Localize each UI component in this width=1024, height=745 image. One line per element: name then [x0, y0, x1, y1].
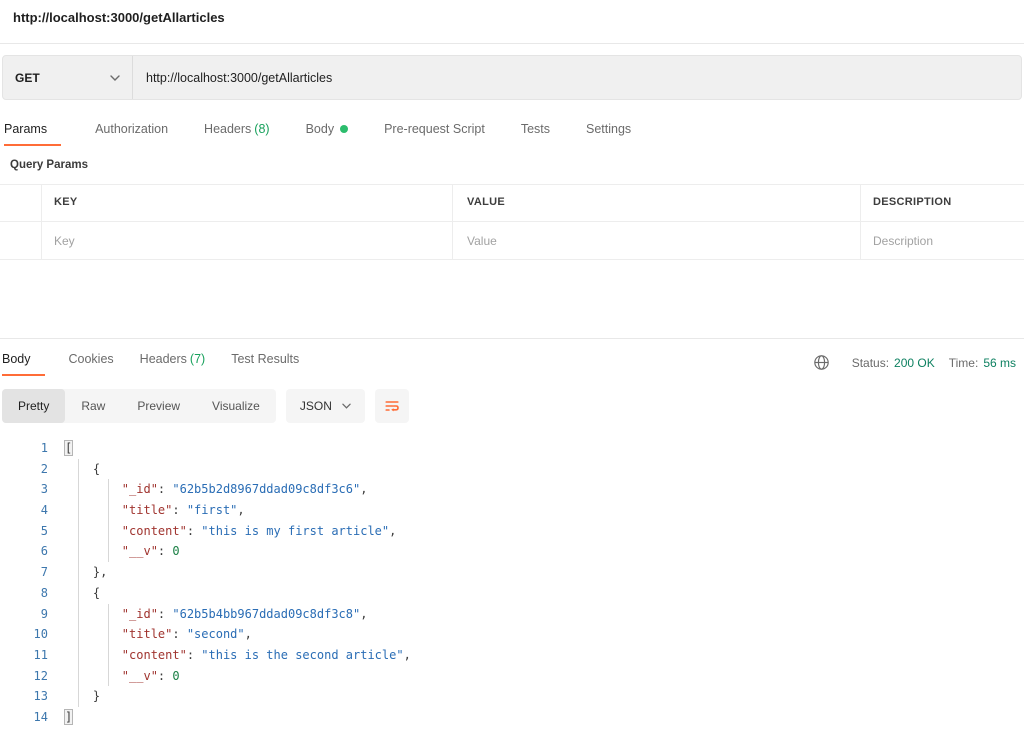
language-label: JSON: [300, 399, 332, 413]
request-tab-title[interactable]: http://localhost:3000/getAllarticles: [13, 10, 225, 25]
chevron-down-icon: [110, 75, 120, 81]
line-number: 9: [0, 604, 48, 625]
code-line: 5 "content": "this is my first article",: [0, 521, 1024, 542]
query-params-table: KEY VALUE DESCRIPTION Key Value Descript…: [0, 184, 1024, 259]
line-number: 14: [0, 707, 48, 728]
tab-body[interactable]: Body: [306, 122, 351, 144]
code-lines: 1[2 {3 "_id": "62b5b2d8967ddad09c8df3c6"…: [0, 438, 1024, 728]
line-number: 6: [0, 541, 48, 562]
tab-headers[interactable]: Headers(8): [204, 122, 272, 144]
wrap-lines-button[interactable]: [375, 389, 409, 423]
line-number: 2: [0, 459, 48, 480]
line-number: 3: [0, 479, 48, 500]
globe-icon[interactable]: [813, 354, 830, 371]
tab-settings[interactable]: Settings: [586, 122, 633, 144]
code-line: 12 "__v": 0: [0, 666, 1024, 687]
line-number: 5: [0, 521, 48, 542]
code-line: 4 "title": "first",: [0, 500, 1024, 521]
line-number: 10: [0, 624, 48, 645]
view-visualize[interactable]: Visualize: [196, 389, 276, 423]
indent-guide: [108, 479, 109, 562]
code-line: 10 "title": "second",: [0, 624, 1024, 645]
header-divider: [0, 43, 1024, 44]
line-number: 1: [0, 438, 48, 459]
line-number: 11: [0, 645, 48, 666]
view-mode-group: Pretty Raw Preview Visualize: [2, 389, 276, 423]
line-number: 8: [0, 583, 48, 604]
tab-tests[interactable]: Tests: [521, 122, 552, 144]
line-number: 4: [0, 500, 48, 521]
method-label: GET: [15, 71, 40, 85]
value-input[interactable]: Value: [467, 234, 497, 248]
column-header-key: KEY: [54, 196, 78, 208]
code-line: 14]: [0, 707, 1024, 728]
code-line: 8 {: [0, 583, 1024, 604]
response-tab-cookies[interactable]: Cookies: [69, 352, 116, 374]
response-meta: Status: 200 OK Time: 56 ms: [813, 354, 1016, 371]
tab-pre-request-script[interactable]: Pre-request Script: [384, 122, 487, 144]
language-dropdown[interactable]: JSON: [286, 389, 365, 423]
code-line: 6 "__v": 0: [0, 541, 1024, 562]
line-number: 7: [0, 562, 48, 583]
code-line: 2 {: [0, 459, 1024, 480]
chevron-down-icon: [342, 403, 351, 409]
url-bar: GET http://localhost:3000/getAllarticles: [2, 55, 1022, 100]
view-pretty[interactable]: Pretty: [2, 389, 65, 423]
key-input[interactable]: Key: [54, 234, 75, 248]
code-line: 9 "_id": "62b5b4bb967ddad09c8df3c8",: [0, 604, 1024, 625]
tab-authorization[interactable]: Authorization: [95, 122, 170, 144]
method-dropdown[interactable]: GET: [3, 56, 133, 99]
description-input[interactable]: Description: [873, 234, 933, 248]
wrap-lines-icon: [384, 398, 400, 414]
view-preview[interactable]: Preview: [121, 389, 196, 423]
response-body-viewer: 1[2 {3 "_id": "62b5b2d8967ddad09c8df3c6"…: [0, 432, 1024, 738]
code-line: 11 "content": "this is the second articl…: [0, 645, 1024, 666]
request-tabs: Params Authorization Headers(8) Body Pre…: [4, 122, 633, 146]
column-header-value: VALUE: [467, 196, 505, 208]
query-params-label: Query Params: [10, 159, 88, 171]
view-raw[interactable]: Raw: [65, 389, 121, 423]
response-tab-body[interactable]: Body: [2, 352, 45, 376]
code-line: 3 "_id": "62b5b2d8967ddad09c8df3c6",: [0, 479, 1024, 500]
time-value: 56 ms: [983, 356, 1016, 370]
response-tab-test-results[interactable]: Test Results: [231, 352, 301, 374]
response-headers-count: (7): [190, 352, 205, 366]
column-header-description: DESCRIPTION: [873, 196, 951, 208]
code-line: 1[: [0, 438, 1024, 459]
url-input[interactable]: http://localhost:3000/getAllarticles: [133, 71, 1021, 85]
response-divider: [0, 338, 1024, 339]
indent-guide: [108, 604, 109, 687]
response-tabs: Body Cookies Headers(7) Test Results: [2, 352, 301, 376]
line-number: 12: [0, 666, 48, 687]
time-label: Time:: [949, 356, 979, 370]
line-number: 13: [0, 686, 48, 707]
response-tab-headers[interactable]: Headers(7): [140, 352, 208, 374]
headers-count: (8): [254, 122, 269, 136]
status-label: Status:: [852, 356, 889, 370]
status-value: 200 OK: [894, 356, 935, 370]
code-line: 7 },: [0, 562, 1024, 583]
indent-guide: [78, 459, 79, 707]
tab-params[interactable]: Params: [4, 122, 61, 146]
body-dot-icon: [340, 125, 348, 133]
code-line: 13 }: [0, 686, 1024, 707]
view-mode-bar: Pretty Raw Preview Visualize JSON: [2, 389, 409, 423]
